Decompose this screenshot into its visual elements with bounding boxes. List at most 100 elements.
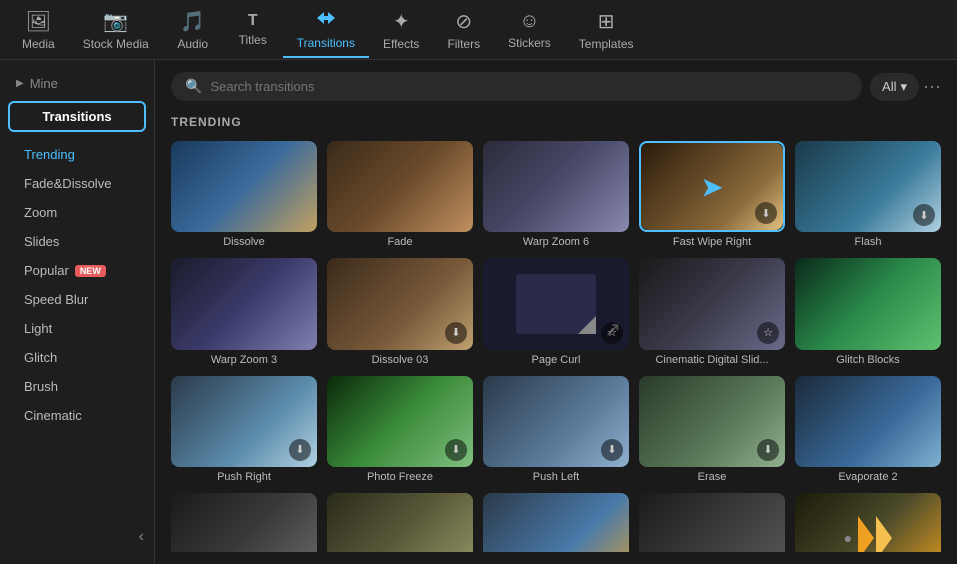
thumb-push-right: ⬇: [171, 376, 317, 467]
card-fast-wipe-right[interactable]: ⬇ ➤ Fast Wipe Right: [639, 141, 785, 248]
thumb-evaporate-2: [795, 376, 941, 467]
sidebar-item-cinematic[interactable]: Cinematic: [0, 401, 154, 430]
card-box-turn-1[interactable]: ⬇ Box Turn 1: [483, 493, 629, 552]
main-area: ▶ Mine Transitions Trending Fade&Dissolv…: [0, 60, 957, 564]
card-cinematic-digital[interactable]: ☆ Cinematic Digital Slid...: [639, 258, 785, 365]
sidebar-transitions-box[interactable]: Transitions: [8, 101, 146, 132]
label-push-left: Push Left: [483, 471, 629, 483]
new-badge: NEW: [75, 265, 106, 277]
thumb-push-left: ⬇: [483, 376, 629, 467]
nav-audio[interactable]: 🎵 Audio: [163, 3, 223, 57]
download-icon-erase: ⬇: [757, 439, 779, 461]
trending-section-title: TRENDING: [171, 115, 941, 129]
nav-stock-media[interactable]: 📷 Stock Media: [69, 3, 163, 57]
arrow-icon: ➤: [700, 170, 723, 203]
card-fade-single-track[interactable]: ⬇ Fade Single Track: [639, 493, 785, 552]
sidebar-item-brush[interactable]: Brush: [0, 372, 154, 401]
label-warp-zoom-6: Warp Zoom 6: [483, 236, 629, 248]
nav-templates[interactable]: ⊞ Templates: [565, 3, 648, 57]
label-fade: Fade: [327, 236, 473, 248]
sidebar-fade-dissolve-label: Fade&Dissolve: [24, 176, 111, 191]
nav-transitions[interactable]: Transitions: [283, 2, 369, 58]
nav-filters-label: Filters: [447, 37, 480, 51]
thumb-linear-14: ●: [795, 493, 941, 552]
nav-media[interactable]: 🖼 Media: [8, 3, 69, 57]
chevron-down-icon: ▾: [900, 79, 907, 95]
sidebar-item-fade-dissolve[interactable]: Fade&Dissolve: [0, 169, 154, 198]
card-linear-14[interactable]: ● Linear 14: [795, 493, 941, 552]
card-fade[interactable]: Fade: [327, 141, 473, 248]
label-photo-freeze: Photo Freeze: [327, 471, 473, 483]
audio-icon: 🎵: [180, 9, 205, 34]
label-page-curl: Page Curl: [483, 354, 629, 366]
content-area: 🔍 All ▾ ··· TRENDING Dissolve: [155, 60, 957, 564]
thumb-flash: ⬇: [795, 141, 941, 232]
label-dissolve-03: Dissolve 03: [327, 354, 473, 366]
thumb-photo-freeze: ⬇: [327, 376, 473, 467]
sidebar-item-zoom[interactable]: Zoom: [0, 198, 154, 227]
sidebar-item-slides[interactable]: Slides: [0, 227, 154, 256]
search-row: 🔍 All ▾ ···: [171, 72, 941, 101]
label-dissolve: Dissolve: [171, 236, 317, 248]
thumb-warp-zoom-6: [483, 141, 629, 232]
more-options-button[interactable]: ···: [923, 76, 941, 97]
sidebar-brush-label: Brush: [24, 379, 58, 394]
nav-effects-label: Effects: [383, 37, 419, 51]
label-glitch-blocks: Glitch Blocks: [795, 354, 941, 366]
card-photo-freeze[interactable]: ⬇ Photo Freeze: [327, 376, 473, 483]
card-warp-zoom-6[interactable]: Warp Zoom 6: [483, 141, 629, 248]
sidebar-trending-label: Trending: [24, 147, 75, 162]
templates-icon: ⊞: [598, 9, 615, 34]
nav-effects[interactable]: ✦ Effects: [369, 3, 433, 57]
card-dissolve-03[interactable]: ⬇ Dissolve 03: [327, 258, 473, 365]
download-icon-push-left: ⬇: [601, 439, 623, 461]
transitions-grid: Dissolve Fade Warp Zoom 6: [171, 141, 941, 552]
label-flash: Flash: [795, 236, 941, 248]
sidebar-item-popular[interactable]: Popular NEW: [0, 256, 154, 285]
nav-templates-label: Templates: [579, 37, 634, 51]
sidebar-mine-section[interactable]: ▶ Mine: [0, 70, 154, 97]
label-fast-wipe-right: Fast Wipe Right: [639, 236, 785, 248]
card-dissolve[interactable]: Dissolve: [171, 141, 317, 248]
sidebar-item-light[interactable]: Light: [0, 314, 154, 343]
search-input[interactable]: [210, 79, 848, 94]
nav-stickers[interactable]: ☺ Stickers: [494, 4, 565, 56]
thumb-page-curl: ↗ ☆: [483, 258, 629, 349]
card-blur-dissolve-1[interactable]: ⬇ Blur Dissolve 1: [171, 493, 317, 552]
stock-media-icon: 📷: [103, 9, 128, 34]
nav-titles[interactable]: T Titles: [223, 6, 283, 53]
card-page-curl[interactable]: ↗ ☆ Page Curl: [483, 258, 629, 365]
sidebar-speed-blur-label: Speed Blur: [24, 292, 88, 307]
nav-filters[interactable]: ⊘ Filters: [433, 3, 494, 57]
sidebar-item-trending[interactable]: Trending: [0, 140, 154, 169]
label-push-right: Push Right: [171, 471, 317, 483]
card-flash[interactable]: ⬇ Flash: [795, 141, 941, 248]
star-icon-cinematic: ☆: [757, 322, 779, 344]
label-evaporate-2: Evaporate 2: [795, 471, 941, 483]
card-evaporate-2[interactable]: Evaporate 2: [795, 376, 941, 483]
card-push-left[interactable]: ⬇ Push Left: [483, 376, 629, 483]
transitions-grid-scroll[interactable]: Dissolve Fade Warp Zoom 6: [171, 141, 941, 552]
card-fast-zoom[interactable]: ⬇ Fast Zoom: [327, 493, 473, 552]
sidebar-cinematic-label: Cinematic: [24, 408, 82, 423]
collapse-icon: ‹: [139, 528, 144, 546]
thumb-dissolve: [171, 141, 317, 232]
card-warp-zoom-3[interactable]: Warp Zoom 3: [171, 258, 317, 365]
titles-icon: T: [248, 12, 258, 30]
sidebar-zoom-label: Zoom: [24, 205, 57, 220]
filter-button[interactable]: All ▾: [870, 73, 919, 101]
download-icon-photo-freeze: ⬇: [445, 439, 467, 461]
sidebar-mine-label: Mine: [30, 76, 58, 91]
card-glitch-blocks[interactable]: Glitch Blocks: [795, 258, 941, 365]
nav-transitions-label: Transitions: [297, 36, 355, 50]
thumb-fast-wipe-right: ⬇ ➤: [639, 141, 785, 232]
thumb-box-turn-1: ⬇: [483, 493, 629, 552]
card-push-right[interactable]: ⬇ Push Right: [171, 376, 317, 483]
sidebar-collapse-button[interactable]: ‹: [0, 520, 154, 554]
card-erase[interactable]: ⬇ Erase: [639, 376, 785, 483]
sidebar-item-glitch[interactable]: Glitch: [0, 343, 154, 372]
download-icon-push-right: ⬇: [289, 439, 311, 461]
label-erase: Erase: [639, 471, 785, 483]
sidebar-popular-label: Popular: [24, 263, 69, 278]
sidebar-item-speed-blur[interactable]: Speed Blur: [0, 285, 154, 314]
